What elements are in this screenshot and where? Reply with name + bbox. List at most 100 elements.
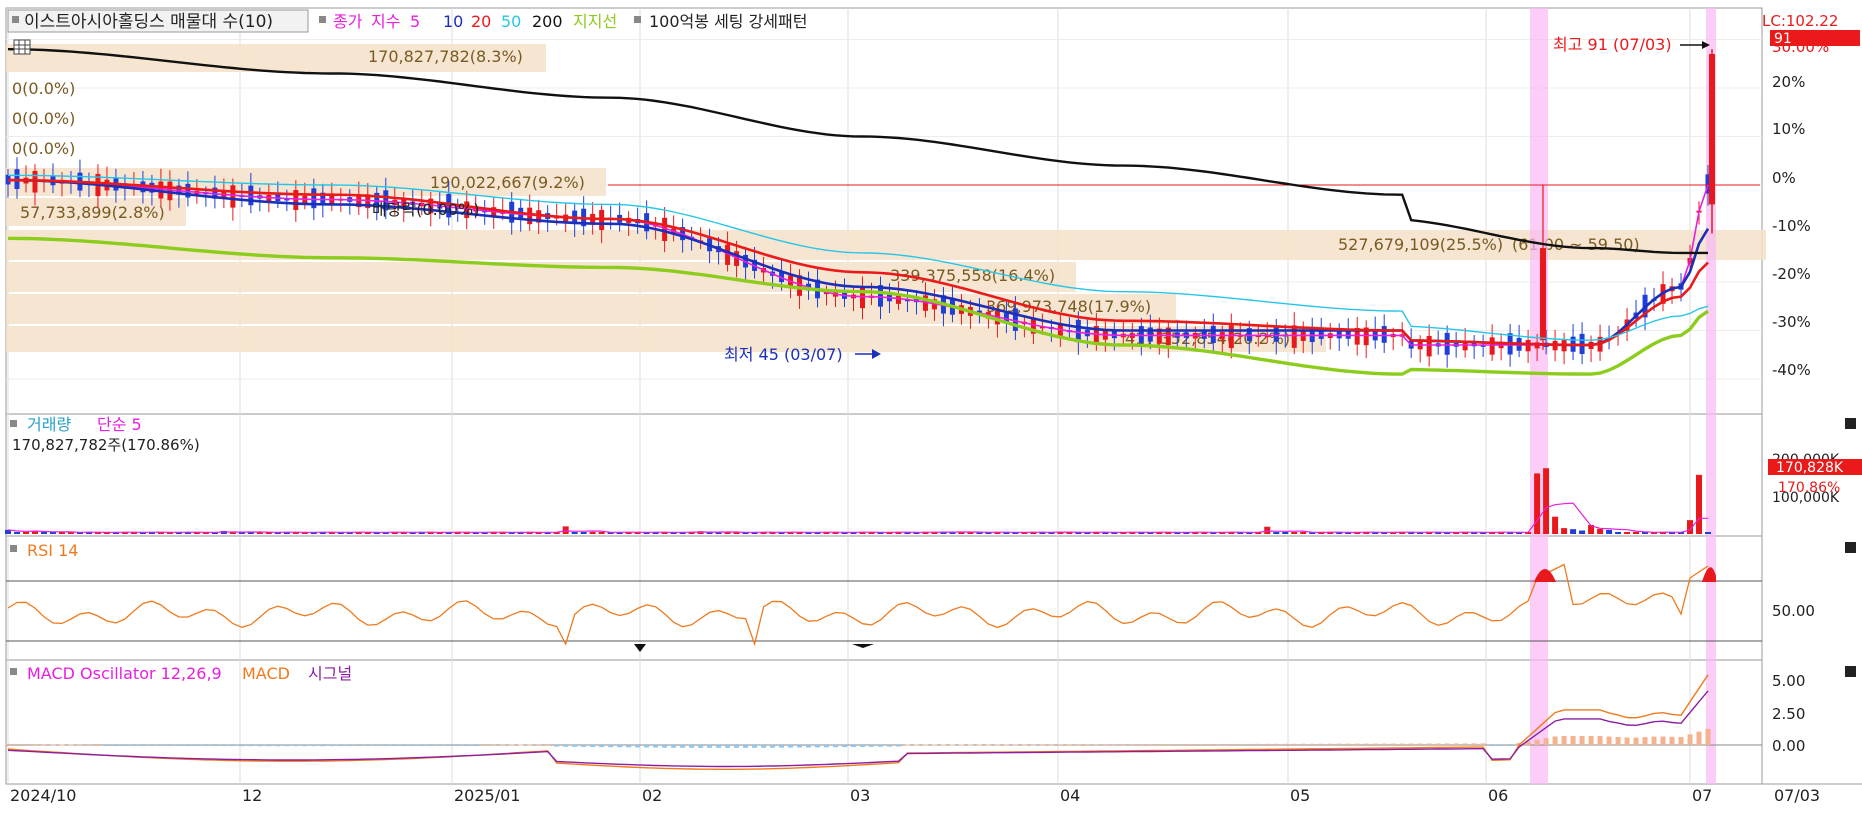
rsi-oversold-fill <box>852 644 874 648</box>
macd-osc-bar <box>1597 735 1603 745</box>
macd-osc-bar <box>1570 735 1576 745</box>
macd-osc-bar <box>967 744 973 746</box>
macd-osc-bar <box>1444 743 1450 745</box>
macd-osc-bar <box>509 744 515 746</box>
macd-square-icon <box>10 668 17 675</box>
macd-osc-bar <box>113 745 119 746</box>
price-y-tick: 0% <box>1772 169 1796 187</box>
macd-osc-bar <box>1705 728 1711 745</box>
macd-osc-bar <box>5 743 11 745</box>
volume-close-icon[interactable] <box>1845 418 1856 429</box>
volume-bar <box>1264 526 1271 534</box>
price-y-tick: -30% <box>1772 313 1811 331</box>
volume-bar <box>571 532 578 534</box>
volume-current-value: 170,828K <box>1776 460 1844 476</box>
candle-body <box>1012 308 1018 331</box>
ma-label: 지수 <box>371 12 400 31</box>
volume-bar <box>1633 531 1640 534</box>
macd-osc-bar <box>1507 745 1513 746</box>
macd-osc-bar <box>1426 743 1432 745</box>
macd-osc-bar <box>689 745 695 748</box>
macd-osc-bar <box>1156 744 1162 746</box>
volume-bar <box>1579 530 1586 534</box>
macd-osc-bar <box>473 745 479 746</box>
macd-osc-bar <box>428 745 434 746</box>
macd-osc-bar <box>743 745 749 748</box>
macd-osc-bar <box>122 745 128 746</box>
highlight-column <box>1530 8 1548 784</box>
macd-osc-bar <box>922 744 928 746</box>
macd-osc-bar <box>1651 736 1657 745</box>
macd-osc-bar <box>904 744 910 746</box>
price-y-tick: 10% <box>1772 120 1805 138</box>
macd-osc-bar <box>1381 743 1387 745</box>
support-label: 지지선 <box>573 12 617 31</box>
macd-osc-bar <box>1453 743 1459 745</box>
x-axis-label: 04 <box>1060 786 1080 805</box>
macd-y-tick: 2.50 <box>1772 705 1805 723</box>
high-label: 최고 91 (07/03) <box>1553 35 1672 54</box>
macd-osc-bar <box>1030 744 1036 746</box>
volume-bar <box>1624 532 1631 534</box>
volume-bar <box>13 532 20 534</box>
volume-bar <box>580 532 587 534</box>
macd-osc-bar <box>1183 744 1189 746</box>
macd-osc-bar <box>1633 737 1639 745</box>
macd-osc-bar <box>1552 736 1558 745</box>
chart-title[interactable]: 이스트아시아홀딩스 매물대 수(10) <box>24 12 273 32</box>
macd-osc-bar <box>338 745 344 747</box>
macd-osc-bar <box>1696 731 1702 745</box>
macd-osc-bar <box>1291 743 1297 745</box>
macd-osc-bar <box>1642 737 1648 745</box>
macd-osc-bar <box>554 745 560 747</box>
macd-osc-bar <box>212 745 218 747</box>
signal-line <box>7 690 1709 768</box>
candle-body <box>1138 326 1144 343</box>
macd-osc-bar <box>248 745 254 747</box>
macd-osc-bar <box>1660 736 1666 745</box>
macd-osc-bar <box>806 745 812 748</box>
macd-close-icon[interactable] <box>1845 666 1856 677</box>
macd-osc-bar <box>1345 743 1351 745</box>
macd-osc-bar <box>1417 743 1423 745</box>
macd-series <box>5 674 1762 770</box>
price-series <box>5 48 1760 376</box>
macd-osc-bar <box>1075 744 1081 746</box>
macd-osc-bar <box>545 744 551 746</box>
volume-value-label: 170,827,782주(170.86%) <box>12 436 200 454</box>
macd-y-tick: 0.00 <box>1772 737 1805 755</box>
macd-osc-bar <box>1246 743 1252 745</box>
candle-body <box>1210 325 1216 344</box>
rsi-close-icon[interactable] <box>1845 542 1856 553</box>
macd-osc-bar <box>1039 744 1045 746</box>
macd-osc-bar <box>1579 735 1585 745</box>
macd-osc-bar <box>1138 744 1144 746</box>
macd-osc-bar <box>949 744 955 746</box>
macd-osc-bar <box>581 745 587 747</box>
macd-osc-bar <box>859 745 865 747</box>
volume-profile-label: 170,827,782(8.3%) <box>368 47 523 66</box>
macd-osc-bar <box>1048 744 1054 746</box>
macd-osc-bar <box>14 743 20 745</box>
macd-osc-bar <box>617 745 623 748</box>
macd-osc-bar <box>1129 744 1135 746</box>
macd-osc-bar <box>752 745 758 748</box>
axis-ticks: 30.00%20%10%0%-10%-20%-30%-40%200,000K10… <box>10 38 1840 805</box>
macd-osc-bar <box>275 745 281 747</box>
macd-osc-bar <box>1165 744 1171 746</box>
ma-square-icon <box>319 16 326 23</box>
macd-osc-bar <box>779 745 785 748</box>
ma200-line <box>7 48 1708 255</box>
macd-osc-bar <box>230 745 236 747</box>
macd-osc-bar <box>833 745 839 748</box>
macd-osc-bar <box>1084 744 1090 746</box>
macd-osc-bar <box>1264 743 1270 745</box>
macd-osc-bar <box>958 744 964 746</box>
grid-toggle-icon[interactable] <box>13 39 31 55</box>
volume-title: 거래량 <box>27 415 71 434</box>
macd-osc-bar <box>788 745 794 748</box>
macd-osc-bar <box>86 744 92 746</box>
macd-osc-bar <box>1093 744 1099 746</box>
candle-body <box>1444 332 1450 355</box>
candle-body <box>248 185 254 206</box>
